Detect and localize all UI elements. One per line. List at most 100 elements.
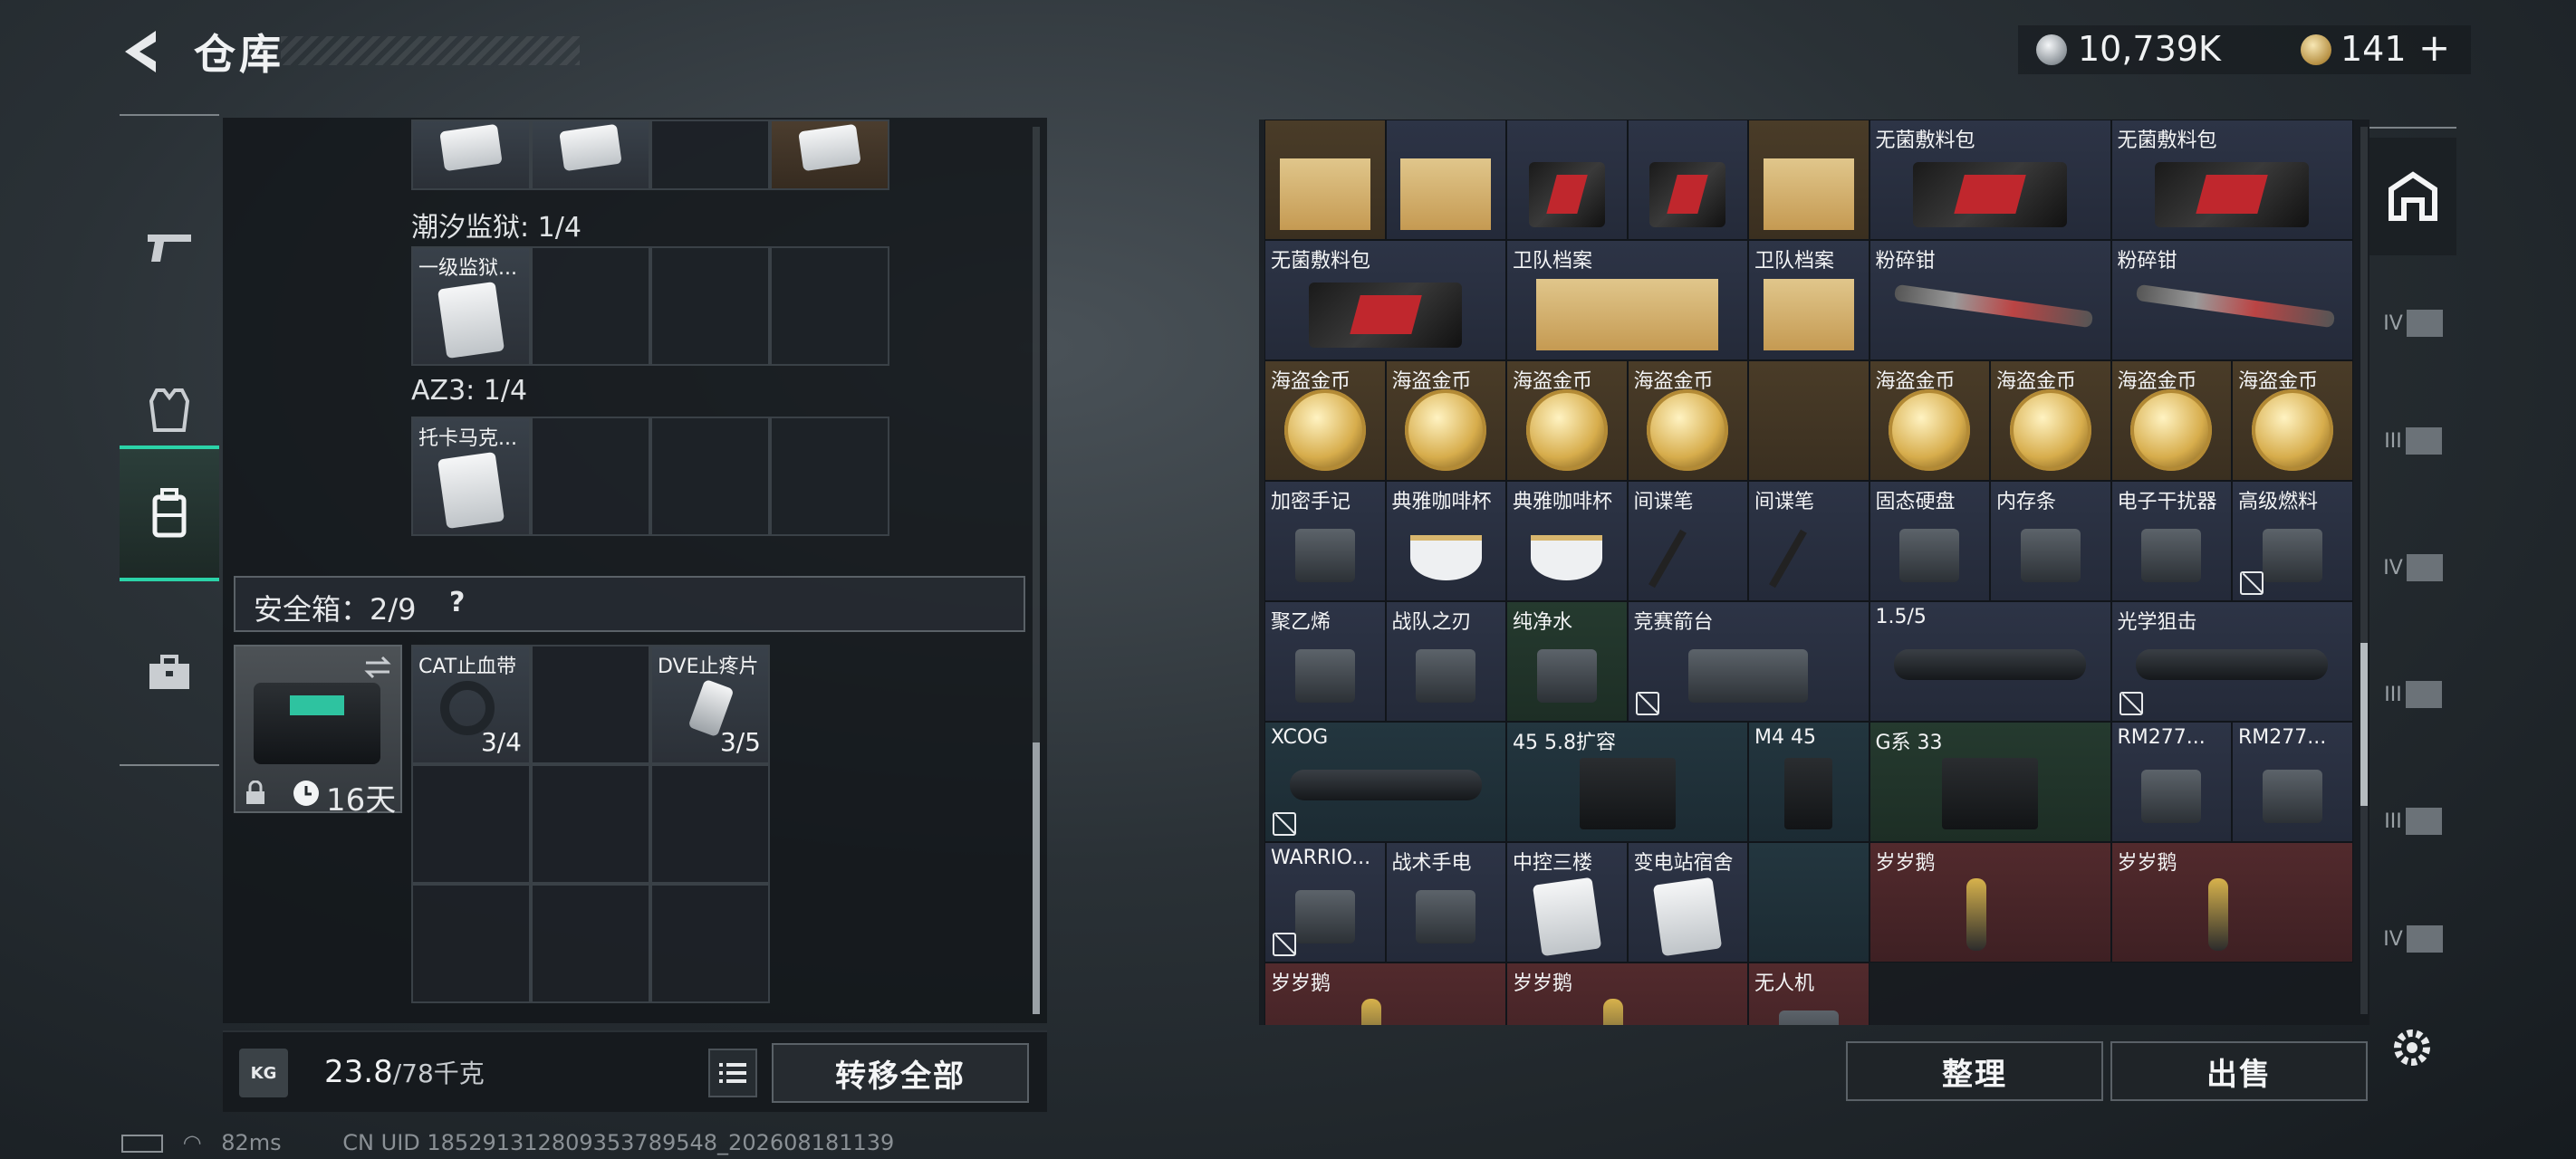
inventory-item[interactable]: 海盗金币 (1869, 360, 1990, 481)
container-tab-iii-b[interactable]: III (2369, 636, 2456, 753)
inventory-item[interactable]: 无菌敷料包 (1869, 120, 2111, 240)
inventory-item[interactable]: 卫队档案 (1748, 240, 1870, 360)
inventory-item[interactable]: RM277... (2232, 722, 2353, 842)
container-tab-iv[interactable]: IV (2369, 264, 2456, 382)
inventory-item[interactable]: 典雅咖啡杯 (1385, 481, 1506, 601)
inventory-item[interactable]: 无人机 (1748, 963, 1870, 1025)
inventory-item[interactable]: 高级燃料 (2232, 481, 2353, 601)
sell-button[interactable]: 出售 (2110, 1041, 2368, 1101)
container-tab-iv-b[interactable]: IV (2369, 880, 2456, 998)
inventory-item[interactable]: 海盗金币 (1627, 360, 1748, 481)
safebox-slot[interactable] (531, 645, 650, 764)
storage-slot[interactable] (531, 120, 650, 190)
inventory-item[interactable]: XCOG (1264, 722, 1506, 842)
inventory-item[interactable]: 中控三楼 (1506, 842, 1628, 963)
storage-slot[interactable] (650, 246, 770, 366)
storage-slot[interactable]: 托卡马克... (411, 417, 531, 536)
safebox-slot[interactable] (650, 764, 770, 884)
safebox-slot[interactable] (650, 884, 770, 1003)
inventory-item[interactable]: 1.5/5 (1869, 601, 2111, 722)
pack-item-art (1913, 161, 2067, 227)
bird-item-art (1966, 878, 1986, 952)
inventory-item[interactable]: 无菌敷料包 (2110, 120, 2353, 240)
inventory-item[interactable]: 岁岁鹅 (1506, 963, 1748, 1025)
safebox-help-icon[interactable]: ? (449, 587, 465, 618)
container-tab-iv-medical[interactable]: IV (2369, 509, 2456, 627)
safebox-slot[interactable]: DVE止疼片 3/5 (650, 645, 770, 764)
storage-slot[interactable] (650, 417, 770, 536)
inventory-item[interactable]: 岁岁鹅 (1869, 842, 2111, 963)
inventory-item[interactable]: WARRIO... (1264, 842, 1386, 963)
safebox-slot[interactable] (411, 764, 531, 884)
inventory-item[interactable] (1506, 120, 1628, 240)
inventory-item[interactable] (1385, 120, 1506, 240)
inventory-item[interactable]: 纯净水 (1506, 601, 1628, 722)
inventory-item[interactable] (1748, 120, 1870, 240)
inventory-item[interactable]: 海盗金币 (1264, 360, 1386, 481)
safebox-slot[interactable] (531, 764, 650, 884)
inventory-scrollbar-thumb[interactable] (2360, 643, 2368, 806)
storage-slot[interactable] (770, 246, 889, 366)
inventory-item[interactable]: M4 45 (1748, 722, 1870, 842)
inventory-item[interactable]: 变电站宿舍 (1627, 842, 1748, 963)
inventory-item[interactable]: RM277... (2110, 722, 2232, 842)
storage-slot[interactable] (770, 417, 889, 536)
storage-slot[interactable] (531, 417, 650, 536)
safebox-slot[interactable]: CAT止血带 3/4 (411, 645, 531, 764)
storage-slot[interactable] (770, 120, 889, 190)
empty-space (770, 764, 889, 884)
inventory-item[interactable]: 粉碎钳 (2110, 240, 2353, 360)
safebox-container[interactable]: 16天 (234, 645, 402, 819)
inventory-item[interactable]: 固态硬盘 (1869, 481, 1990, 601)
inventory-item[interactable] (1748, 842, 1870, 963)
inventory-item[interactable]: 典雅咖啡杯 (1506, 481, 1628, 601)
inventory-item[interactable]: 战队之刃 (1385, 601, 1506, 722)
inventory-item[interactable]: 光学狙击 (2110, 601, 2353, 722)
inventory-item[interactable]: 岁岁鹅 (1264, 963, 1506, 1025)
inventory-item[interactable]: 内存条 (1990, 481, 2111, 601)
storage-scrollbar-thumb[interactable] (1033, 742, 1040, 1014)
list-view-button[interactable] (708, 1049, 757, 1097)
inventory-item[interactable]: 海盗金币 (1990, 360, 2111, 481)
storage-slot[interactable]: 一级监狱... (411, 246, 531, 366)
safe-house-tab[interactable] (2369, 138, 2456, 255)
storage-slot[interactable] (650, 120, 770, 190)
inventory-item[interactable]: 间谍笔 (1748, 481, 1870, 601)
swap-icon[interactable] (362, 654, 393, 681)
inventory-item[interactable]: 45 5.8扩容 (1506, 722, 1748, 842)
inventory-item[interactable]: 海盗金币 (1506, 360, 1628, 481)
case-tab[interactable] (120, 605, 219, 741)
inventory-item[interactable]: 间谍笔 (1627, 481, 1748, 601)
inventory-item[interactable]: 海盗金币 (1385, 360, 1506, 481)
transfer-all-button[interactable]: 转移全部 (772, 1043, 1029, 1103)
settings-button[interactable] (2388, 1023, 2437, 1072)
inventory-item[interactable] (1264, 120, 1386, 240)
organize-button[interactable]: 整理 (1846, 1041, 2103, 1101)
inventory-item[interactable]: 竞赛箭台 (1627, 601, 1870, 722)
inventory-item[interactable] (1748, 360, 1870, 481)
inventory-item[interactable]: 聚乙烯 (1264, 601, 1386, 722)
storage-slot[interactable] (531, 246, 650, 366)
inventory-item[interactable]: 粉碎钳 (1869, 240, 2111, 360)
storage-slot[interactable] (411, 120, 531, 190)
inventory-item[interactable]: 岁岁鹅 (2110, 842, 2353, 963)
inventory-item[interactable]: 无菌敷料包 (1264, 240, 1506, 360)
container-tab-iii[interactable]: III (2369, 382, 2456, 500)
weapon-tab[interactable] (120, 179, 219, 315)
safebox-slot[interactable] (411, 884, 531, 1003)
inventory-item[interactable]: 电子干扰器 (2110, 481, 2232, 601)
inventory-item[interactable]: 加密手记 (1264, 481, 1386, 601)
inventory-item[interactable]: 海盗金币 (2110, 360, 2232, 481)
backpack-tab[interactable] (120, 445, 219, 581)
back-button[interactable] (120, 27, 165, 76)
container-tab-iii-c[interactable]: III (2369, 762, 2456, 880)
inventory-item[interactable]: G系 33 (1869, 722, 2111, 842)
safebox-slot[interactable] (531, 884, 650, 1003)
inventory-scrollbar[interactable] (2360, 127, 2368, 1014)
gold-coin-icon (2301, 34, 2331, 65)
inventory-item[interactable]: 海盗金币 (2232, 360, 2353, 481)
inventory-item[interactable]: 卫队档案 (1506, 240, 1748, 360)
inventory-item[interactable] (1627, 120, 1748, 240)
inventory-item[interactable]: 战术手电 (1385, 842, 1506, 963)
add-currency-button[interactable]: + (2418, 25, 2450, 70)
